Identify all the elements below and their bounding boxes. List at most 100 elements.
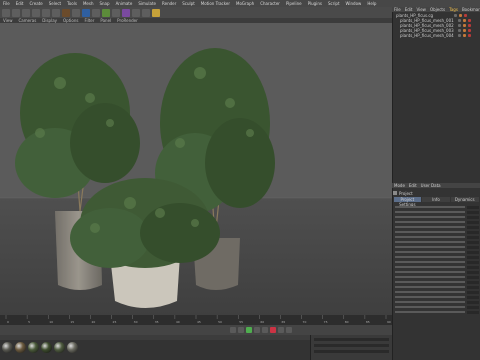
menu-item-pipeline[interactable]: Pipeline — [283, 1, 305, 6]
menu-item-mograph[interactable]: MoGraph — [233, 1, 257, 6]
tag-icon[interactable] — [468, 24, 471, 27]
light-icon[interactable] — [152, 8, 160, 17]
tag-icon[interactable] — [468, 34, 471, 37]
material-swatch[interactable] — [2, 342, 13, 353]
attribute-row[interactable] — [395, 215, 479, 219]
om-tab-view[interactable]: View — [414, 7, 428, 12]
tag-icon[interactable] — [459, 14, 462, 17]
attribute-row[interactable] — [395, 310, 479, 314]
tag-icon[interactable] — [458, 34, 461, 37]
go-end-icon[interactable] — [262, 327, 268, 333]
viewport[interactable] — [0, 23, 392, 315]
attribute-row[interactable] — [395, 205, 479, 209]
menu-item-render[interactable]: Render — [159, 1, 179, 6]
keyframe-icon[interactable] — [278, 327, 284, 333]
attribute-row[interactable] — [395, 295, 479, 299]
render-settings-icon[interactable] — [72, 8, 80, 17]
select-icon[interactable] — [22, 8, 30, 17]
tag-icon[interactable] — [454, 14, 457, 17]
menu-item-window[interactable]: Window — [343, 1, 365, 6]
material-swatch[interactable] — [15, 342, 26, 353]
attribute-row[interactable] — [395, 220, 479, 224]
attribute-row[interactable] — [395, 285, 479, 289]
material-swatch[interactable] — [28, 342, 39, 353]
tag-icon[interactable] — [458, 29, 461, 32]
go-start-icon[interactable] — [230, 327, 236, 333]
tag-icon[interactable] — [463, 29, 466, 32]
attribute-row[interactable] — [395, 210, 479, 214]
subdivision-icon[interactable] — [102, 8, 110, 17]
attribute-row[interactable] — [395, 260, 479, 264]
autokey-icon[interactable] — [286, 327, 292, 333]
redo-icon[interactable] — [12, 8, 20, 17]
am-tab-edit[interactable]: Edit — [407, 183, 419, 188]
attribute-row[interactable] — [395, 305, 479, 309]
cube-icon[interactable] — [82, 8, 90, 17]
menu-item-snap[interactable]: Snap — [96, 1, 112, 6]
attribute-row[interactable] — [395, 300, 479, 304]
tag-icon[interactable] — [463, 34, 466, 37]
attribute-row[interactable] — [395, 235, 479, 239]
render-icon[interactable] — [62, 8, 70, 17]
menu-item-sculpt[interactable]: Sculpt — [179, 1, 198, 6]
menu-item-character[interactable]: Character — [257, 1, 283, 6]
camera-icon[interactable] — [142, 8, 150, 17]
menu-item-mesh[interactable]: Mesh — [80, 1, 97, 6]
am-subtab-project-settings[interactable]: Project Settings — [393, 197, 422, 207]
am-tab-mode[interactable]: Mode — [392, 183, 407, 188]
attribute-row[interactable] — [395, 255, 479, 259]
menu-item-file[interactable]: File — [0, 1, 13, 6]
am-subtab-dynamics[interactable]: Dynamics — [450, 197, 479, 202]
prev-frame-icon[interactable] — [238, 327, 244, 333]
om-tab-edit[interactable]: Edit — [403, 7, 415, 12]
deformer-icon[interactable] — [122, 8, 130, 17]
menu-item-help[interactable]: Help — [364, 1, 379, 6]
menu-item-animate[interactable]: Animate — [113, 1, 136, 6]
timeline[interactable]: 0 5 10 15 20 25 30 35 40 45 50 55 60 65 70 75 80 85 90 — [0, 315, 392, 325]
attribute-row[interactable] — [395, 225, 479, 229]
attribute-row[interactable] — [395, 280, 479, 284]
om-tab-file[interactable]: File — [392, 7, 403, 12]
pen-icon[interactable] — [92, 8, 100, 17]
tag-icon[interactable] — [458, 24, 461, 27]
am-subtab-info[interactable]: Info — [422, 197, 450, 202]
menu-item-script[interactable]: Script — [325, 1, 343, 6]
attribute-row[interactable] — [395, 265, 479, 269]
menu-item-select[interactable]: Select — [46, 1, 64, 6]
attribute-row[interactable] — [395, 240, 479, 244]
attribute-row[interactable] — [395, 245, 479, 249]
tag-icon[interactable] — [458, 19, 461, 22]
menu-item-tools[interactable]: Tools — [64, 1, 80, 6]
tag-icon[interactable] — [463, 24, 466, 27]
record-icon[interactable] — [270, 327, 276, 333]
undo-icon[interactable] — [2, 8, 10, 17]
tag-icon[interactable] — [468, 19, 471, 22]
tag-icon[interactable] — [463, 19, 466, 22]
menu-item-motion-tracker[interactable]: Motion Tracker — [198, 1, 233, 6]
attribute-row[interactable] — [395, 230, 479, 234]
attribute-row[interactable] — [395, 270, 479, 274]
play-icon[interactable] — [246, 327, 252, 333]
object-row[interactable]: plants_HP_ficus_mesh_004 — [393, 33, 480, 38]
material-swatch[interactable] — [41, 342, 52, 353]
material-swatch[interactable] — [54, 342, 65, 353]
tag-icon[interactable] — [464, 14, 467, 17]
menu-item-plugins[interactable]: Plugins — [305, 1, 325, 6]
om-tab-tags[interactable]: Tags — [447, 7, 460, 12]
om-tab-objects[interactable]: Objects — [428, 7, 447, 12]
scale-icon[interactable] — [42, 8, 50, 17]
menu-item-edit[interactable]: Edit — [13, 1, 27, 6]
next-frame-icon[interactable] — [254, 327, 260, 333]
menu-item-create[interactable]: Create — [26, 1, 45, 6]
floor-icon[interactable] — [132, 8, 140, 17]
am-tab-user-data[interactable]: User Data — [419, 183, 443, 188]
attribute-row[interactable] — [395, 250, 479, 254]
material-swatch[interactable] — [67, 342, 78, 353]
attribute-row[interactable] — [395, 290, 479, 294]
rotate-icon[interactable] — [52, 8, 60, 17]
tag-icon[interactable] — [468, 29, 471, 32]
om-tab-bookmarks[interactable]: Bookmarks — [460, 7, 480, 12]
move-icon[interactable] — [32, 8, 40, 17]
attribute-row[interactable] — [395, 275, 479, 279]
array-icon[interactable] — [112, 8, 120, 17]
